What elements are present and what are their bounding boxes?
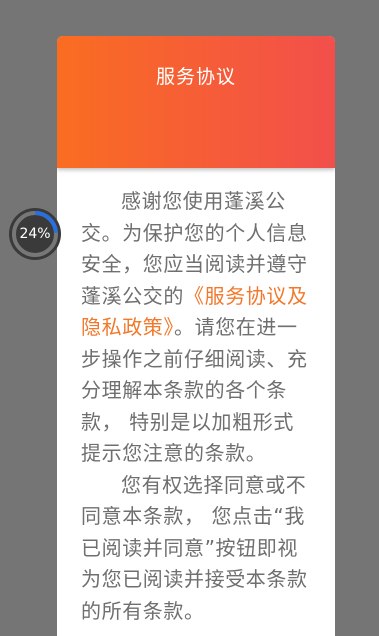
service-agreement-dialog: 服务协议 感谢您使用蓬溪公交。为保护您的个人信息安全，您应当阅读并遵守蓬溪公交的… (57, 36, 335, 636)
progress-percentage: 24% (19, 226, 51, 242)
agreement-paragraph-1: 感谢您使用蓬溪公交。为保护您的个人信息安全，您应当阅读并遵守蓬溪公交的《服务协议… (81, 186, 311, 470)
loading-progress-indicator: 24% (8, 207, 62, 261)
dialog-header: 服务协议 (57, 36, 335, 168)
agreement-paragraph-2: 您有权选择同意或不同意本条款， 您点击“我已阅读并同意”按钮即视为您已阅读并接受… (81, 472, 308, 623)
dialog-body[interactable]: 感谢您使用蓬溪公交。为保护您的个人信息安全，您应当阅读并遵守蓬溪公交的《服务协议… (57, 168, 335, 627)
dialog-title: 服务协议 (155, 66, 236, 88)
